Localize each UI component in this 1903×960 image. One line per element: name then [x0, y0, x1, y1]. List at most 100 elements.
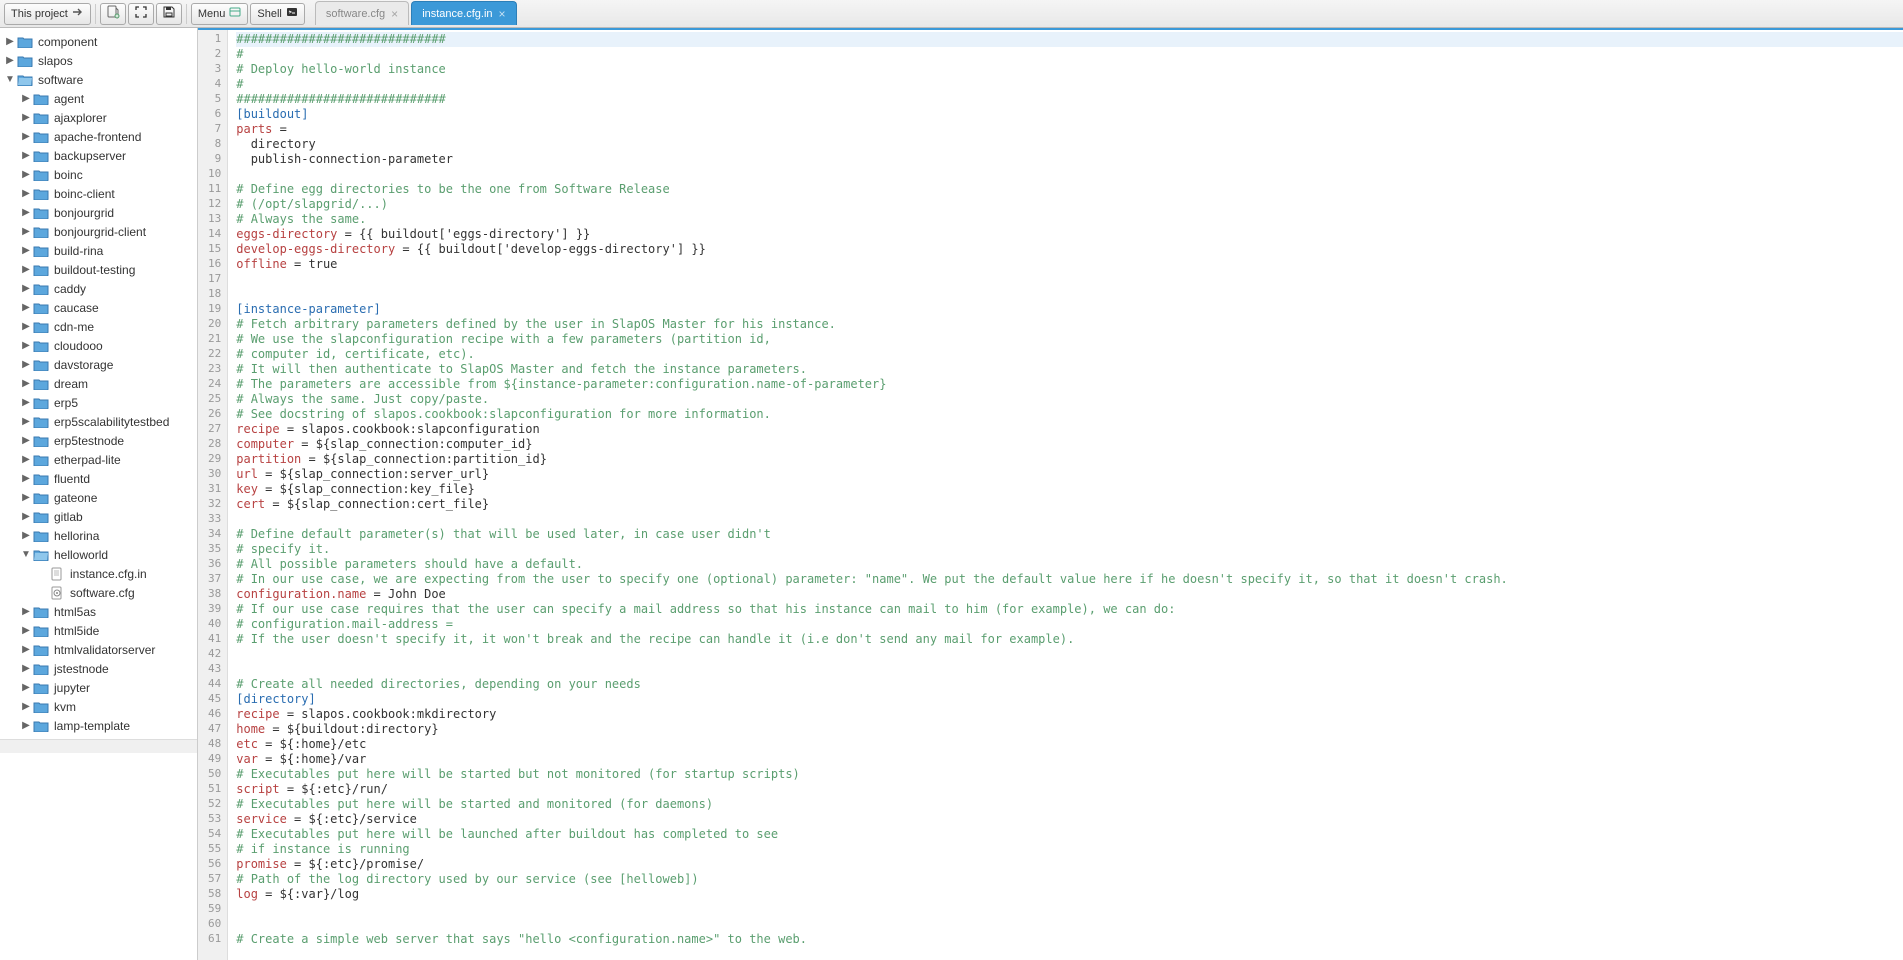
close-icon[interactable]: ×: [499, 7, 506, 21]
chevron-right-icon[interactable]: ▶: [20, 169, 32, 180]
tree-folder[interactable]: ▶erp5: [0, 393, 197, 412]
chevron-right-icon[interactable]: ▶: [20, 492, 32, 503]
chevron-right-icon[interactable]: ▶: [20, 397, 32, 408]
code-line[interactable]: etc = ${:home}/etc: [236, 737, 1903, 752]
code-line[interactable]: # In our use case, we are expecting from…: [236, 572, 1903, 587]
code-line[interactable]: promise = ${:etc}/promise/: [236, 857, 1903, 872]
chevron-right-icon[interactable]: ▶: [20, 454, 32, 465]
chevron-right-icon[interactable]: ▶: [20, 150, 32, 161]
project-dropdown[interactable]: This project: [4, 3, 91, 25]
code-line[interactable]: #############################: [236, 32, 1903, 47]
code-line[interactable]: # We use the slapconfiguration recipe wi…: [236, 332, 1903, 347]
code-line[interactable]: # Path of the log directory used by our …: [236, 872, 1903, 887]
code-line[interactable]: home = ${buildout:directory}: [236, 722, 1903, 737]
code-line[interactable]: # Define default parameter(s) that will …: [236, 527, 1903, 542]
tree-folder[interactable]: ▶component: [0, 32, 197, 51]
fullscreen-exit-button[interactable]: [128, 3, 154, 25]
code-line[interactable]: log = ${:var}/log: [236, 887, 1903, 902]
tree-folder[interactable]: ▶build-rina: [0, 241, 197, 260]
chevron-right-icon[interactable]: ▶: [20, 606, 32, 617]
chevron-right-icon[interactable]: ▶: [20, 435, 32, 446]
code-line[interactable]: # (/opt/slapgrid/...): [236, 197, 1903, 212]
chevron-right-icon[interactable]: ▶: [20, 264, 32, 275]
tree-folder[interactable]: ▼software: [0, 70, 197, 89]
code-line[interactable]: [236, 287, 1903, 302]
code-line[interactable]: url = ${slap_connection:server_url}: [236, 467, 1903, 482]
code-line[interactable]: # If the user doesn't specify it, it won…: [236, 632, 1903, 647]
code-line[interactable]: eggs-directory = {{ buildout['eggs-direc…: [236, 227, 1903, 242]
chevron-right-icon[interactable]: ▶: [20, 245, 32, 256]
code-line[interactable]: develop-eggs-directory = {{ buildout['de…: [236, 242, 1903, 257]
chevron-right-icon[interactable]: ▶: [20, 720, 32, 731]
code-line[interactable]: # computer id, certificate, etc).: [236, 347, 1903, 362]
tree-folder[interactable]: ▶gitlab: [0, 507, 197, 526]
code-line[interactable]: offline = true: [236, 257, 1903, 272]
chevron-right-icon[interactable]: ▶: [20, 207, 32, 218]
tree-file[interactable]: instance.cfg.in: [0, 564, 197, 583]
code-line[interactable]: [236, 647, 1903, 662]
tree-folder[interactable]: ▶bonjourgrid-client: [0, 222, 197, 241]
editor-tab[interactable]: instance.cfg.in×: [411, 1, 516, 25]
code-line[interactable]: recipe = slapos.cookbook:slapconfigurati…: [236, 422, 1903, 437]
tree-folder[interactable]: ▶fluentd: [0, 469, 197, 488]
code-line[interactable]: # configuration.mail-address =: [236, 617, 1903, 632]
tree-folder[interactable]: ▶boinc: [0, 165, 197, 184]
code-line[interactable]: # Define egg directories to be the one f…: [236, 182, 1903, 197]
code-line[interactable]: key = ${slap_connection:key_file}: [236, 482, 1903, 497]
code-line[interactable]: [buildout]: [236, 107, 1903, 122]
file-tree-sidebar[interactable]: ▶component▶slapos▼software▶agent▶ajaxplo…: [0, 28, 198, 960]
code-line[interactable]: # It will then authenticate to SlapOS Ma…: [236, 362, 1903, 377]
chevron-right-icon[interactable]: ▶: [20, 530, 32, 541]
scrollbar-horizontal[interactable]: [0, 739, 197, 753]
code-line[interactable]: # The parameters are accessible from ${i…: [236, 377, 1903, 392]
chevron-right-icon[interactable]: ▶: [20, 226, 32, 237]
code-line[interactable]: var = ${:home}/var: [236, 752, 1903, 767]
tree-folder[interactable]: ▶lamp-template: [0, 716, 197, 735]
editor-tab[interactable]: software.cfg×: [315, 1, 409, 25]
code-line[interactable]: service = ${:etc}/service: [236, 812, 1903, 827]
chevron-right-icon[interactable]: ▶: [20, 340, 32, 351]
code-line[interactable]: # Executables put here will be started a…: [236, 797, 1903, 812]
chevron-right-icon[interactable]: ▶: [20, 112, 32, 123]
code-line[interactable]: [236, 902, 1903, 917]
code-line[interactable]: [236, 662, 1903, 677]
save-button[interactable]: [156, 3, 182, 25]
chevron-right-icon[interactable]: ▶: [20, 625, 32, 636]
chevron-down-icon[interactable]: ▼: [20, 549, 32, 560]
tree-folder[interactable]: ▶kvm: [0, 697, 197, 716]
code-line[interactable]: # Executables put here will be started b…: [236, 767, 1903, 782]
tree-folder[interactable]: ▶etherpad-lite: [0, 450, 197, 469]
tree-folder[interactable]: ▶caddy: [0, 279, 197, 298]
tree-folder[interactable]: ▶erp5scalabilitytestbed: [0, 412, 197, 431]
code-line[interactable]: #############################: [236, 92, 1903, 107]
chevron-right-icon[interactable]: ▶: [20, 701, 32, 712]
chevron-right-icon[interactable]: ▶: [20, 663, 32, 674]
code-line[interactable]: # specify it.: [236, 542, 1903, 557]
new-file-button[interactable]: [100, 3, 126, 25]
chevron-right-icon[interactable]: ▶: [20, 93, 32, 104]
code-line[interactable]: partition = ${slap_connection:partition_…: [236, 452, 1903, 467]
chevron-down-icon[interactable]: ▼: [4, 74, 16, 85]
tree-folder[interactable]: ▶html5as: [0, 602, 197, 621]
code-line[interactable]: cert = ${slap_connection:cert_file}: [236, 497, 1903, 512]
chevron-right-icon[interactable]: ▶: [20, 283, 32, 294]
code-line[interactable]: parts =: [236, 122, 1903, 137]
code-line[interactable]: [236, 272, 1903, 287]
chevron-right-icon[interactable]: ▶: [20, 682, 32, 693]
chevron-right-icon[interactable]: ▶: [20, 511, 32, 522]
tree-folder[interactable]: ▶apache-frontend: [0, 127, 197, 146]
code-line[interactable]: [instance-parameter]: [236, 302, 1903, 317]
tree-folder[interactable]: ▶slapos: [0, 51, 197, 70]
tree-folder[interactable]: ▶caucase: [0, 298, 197, 317]
code-line[interactable]: # Create all needed directories, dependi…: [236, 677, 1903, 692]
code-line[interactable]: [236, 512, 1903, 527]
code-line[interactable]: # Always the same. Just copy/paste.: [236, 392, 1903, 407]
chevron-right-icon[interactable]: ▶: [20, 378, 32, 389]
chevron-right-icon[interactable]: ▶: [20, 644, 32, 655]
chevron-right-icon[interactable]: ▶: [4, 55, 16, 66]
code-line[interactable]: # Executables put here will be launched …: [236, 827, 1903, 842]
code-line[interactable]: [236, 917, 1903, 932]
code-line[interactable]: configuration.name = John Doe: [236, 587, 1903, 602]
chevron-right-icon[interactable]: ▶: [20, 416, 32, 427]
tree-folder[interactable]: ▶htmlvalidatorserver: [0, 640, 197, 659]
